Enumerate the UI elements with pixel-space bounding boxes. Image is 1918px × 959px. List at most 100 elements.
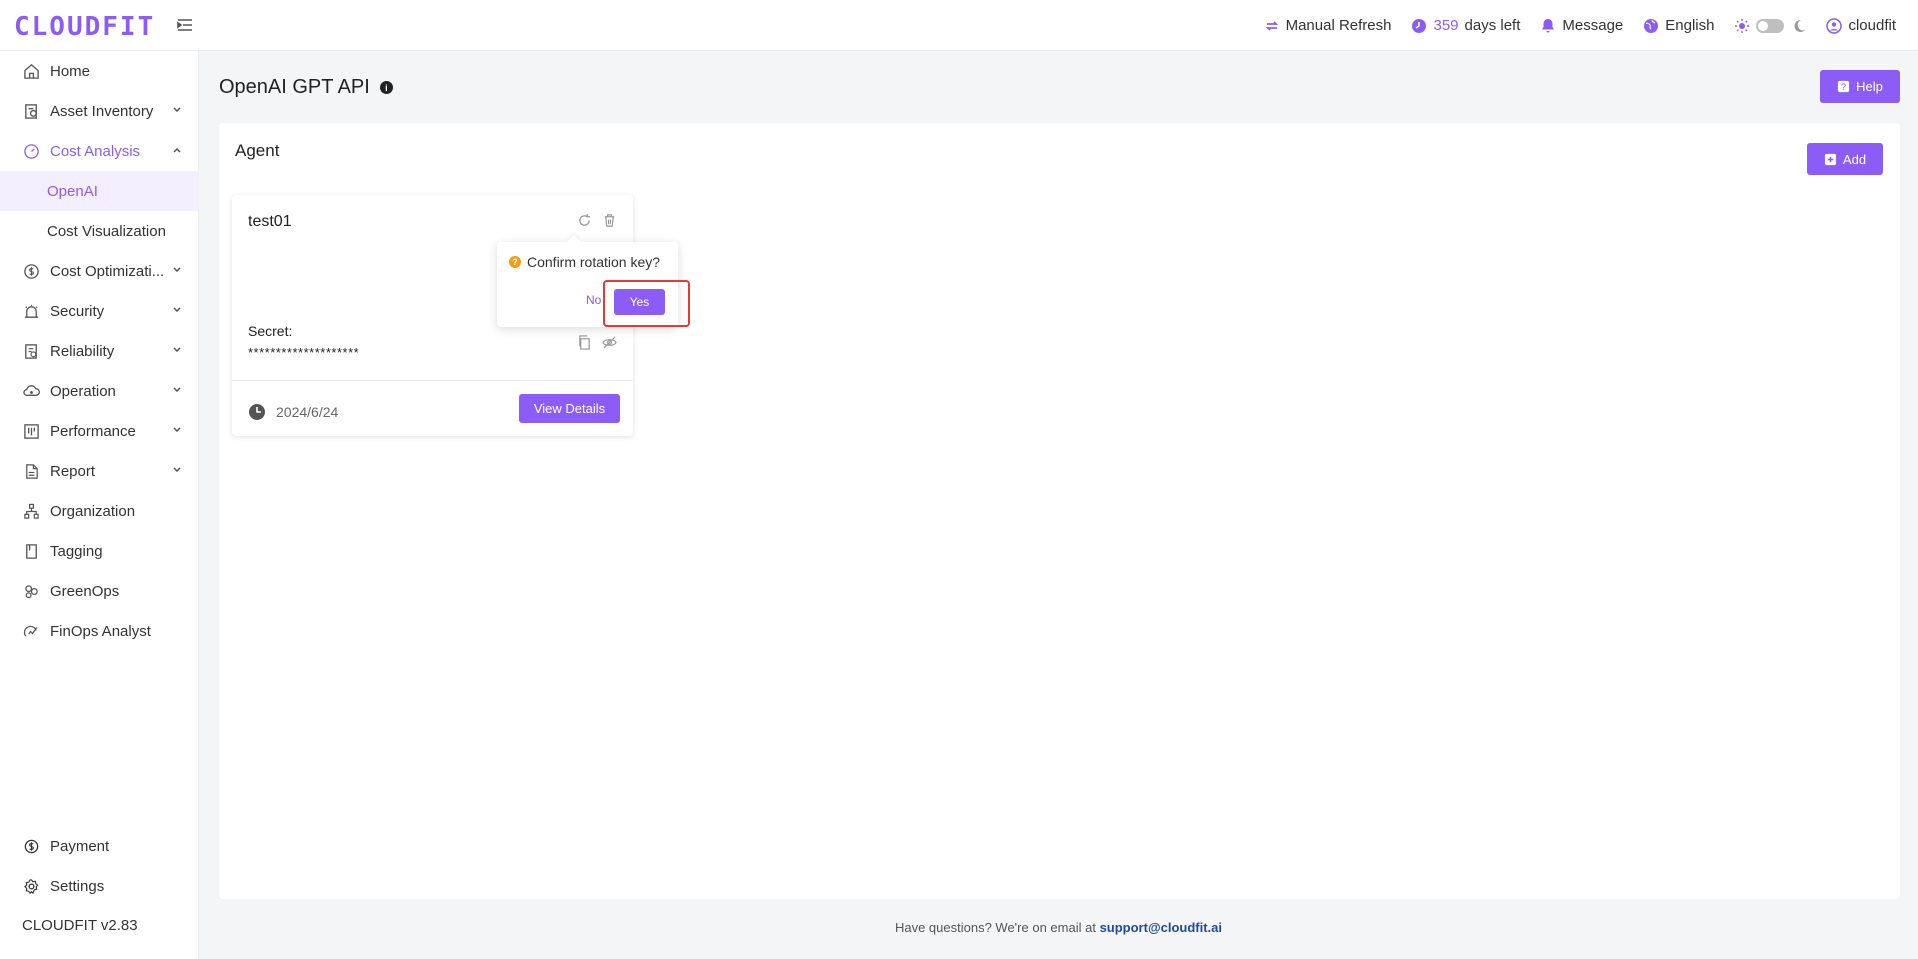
support-email-link[interactable]: support@cloudfit.ai	[1100, 920, 1222, 935]
eye-off-icon[interactable]	[602, 335, 617, 350]
copy-icon[interactable]	[577, 335, 592, 350]
org-icon	[22, 502, 40, 520]
secret-label: Secret:	[248, 323, 293, 339]
sidebar-item-performance[interactable]: Performance	[0, 411, 199, 451]
sidebar-item-label: Organization	[50, 502, 136, 520]
chevron-up-icon	[173, 147, 181, 153]
sun-icon	[1735, 18, 1750, 33]
sidebar-item-label: Cost Optimizati...	[50, 262, 165, 280]
manual-refresh-button[interactable]: Manual Refresh	[1264, 17, 1392, 34]
sidebar-item-home[interactable]: Home	[0, 51, 199, 91]
card-date-text: 2024/6/24	[276, 404, 339, 420]
sidebar-item-cost-optimization[interactable]: Cost Optimizati...	[0, 251, 199, 291]
sidebar-item-label: GreenOps	[50, 582, 120, 600]
panel-title: Agent	[235, 141, 280, 160]
agent-panel: Agent Add test01 Secret: ***************…	[219, 123, 1900, 899]
sidebar-item-security[interactable]: Security	[0, 291, 199, 331]
theme-toggle[interactable]	[1756, 18, 1785, 33]
help-icon: ?	[1838, 80, 1850, 92]
add-icon	[1824, 153, 1836, 165]
sidebar-item-label: Report	[50, 462, 96, 480]
card-date: 2024/6/24	[248, 403, 338, 421]
sidebar-item-reliability[interactable]: Reliability	[0, 331, 199, 371]
add-label: Add	[1842, 151, 1867, 167]
chevron-down-icon	[173, 347, 181, 353]
reliability-icon	[22, 342, 40, 360]
sidebar-item-label: Asset Inventory	[50, 102, 154, 120]
payment-icon	[22, 837, 40, 855]
sidebar-item-cost-analysis[interactable]: Cost Analysis	[0, 131, 199, 171]
sidebar: Home Asset Inventory Cost Analysis OpenA…	[0, 51, 199, 959]
user-menu[interactable]: cloudfit	[1826, 17, 1896, 34]
warning-icon: ?	[509, 256, 521, 268]
chevron-down-icon	[173, 107, 181, 113]
settings-label: Settings	[50, 877, 105, 895]
language-label: English	[1665, 17, 1715, 34]
chevron-down-icon	[173, 307, 181, 313]
sidebar-item-finops-analyst[interactable]: FinOps Analyst	[0, 611, 199, 651]
sidebar-item-report[interactable]: Report	[0, 451, 199, 491]
theme-switch[interactable]	[1734, 18, 1806, 34]
menu-collapse-icon[interactable]	[176, 16, 194, 34]
sidebar-item-tagging[interactable]: Tagging	[0, 531, 199, 571]
sidebar-item-label: Operation	[50, 382, 116, 400]
license-days: 359 days left	[1411, 17, 1520, 34]
refresh-icon	[1265, 20, 1278, 31]
sidebar-item-payment[interactable]: Payment	[0, 826, 199, 866]
cloud-icon	[22, 382, 40, 400]
rotate-key-icon[interactable]	[577, 213, 592, 228]
alarm-icon	[22, 302, 40, 320]
sidebar-item-label: Tagging	[50, 542, 103, 560]
gear-icon	[22, 877, 40, 895]
inventory-icon	[22, 102, 40, 120]
help-button[interactable]: ? Help	[1820, 70, 1900, 103]
sidebar-item-asset-inventory[interactable]: Asset Inventory	[0, 91, 199, 131]
dollar-icon	[22, 262, 40, 280]
agent-name: test01	[248, 213, 292, 230]
clock-icon	[249, 404, 265, 420]
sidebar-item-organization[interactable]: Organization	[0, 491, 199, 531]
sidebar-item-openai[interactable]: OpenAI	[0, 171, 199, 211]
user-name: cloudfit	[1848, 17, 1896, 34]
card-divider	[232, 380, 633, 381]
chevron-down-icon	[173, 267, 181, 273]
days-count: 359	[1433, 17, 1459, 34]
sidebar-item-label: FinOps Analyst	[50, 622, 151, 640]
info-icon[interactable]: i	[379, 81, 393, 94]
bell-icon	[1542, 18, 1555, 32]
page-title-text: OpenAI GPT API	[219, 76, 370, 98]
sidebar-item-settings[interactable]: Settings	[0, 866, 199, 906]
tag-icon	[22, 542, 40, 560]
report-icon	[22, 462, 40, 480]
delete-icon[interactable]	[602, 213, 617, 228]
rotation-confirm-popover: ? Confirm rotation key? No Yes	[497, 242, 678, 327]
add-button[interactable]: Add	[1807, 143, 1883, 175]
logo: CLOUDFIT	[14, 12, 156, 42]
chevron-down-icon	[173, 427, 181, 433]
sidebar-item-cost-visualization[interactable]: Cost Visualization	[0, 211, 199, 251]
dashboard-icon	[22, 142, 40, 160]
analyst-icon	[22, 622, 40, 640]
manual-refresh-label: Manual Refresh	[1285, 17, 1392, 34]
chevron-down-icon	[173, 387, 181, 393]
language-selector[interactable]: English	[1643, 17, 1714, 34]
sidebar-item-operation[interactable]: Operation	[0, 371, 199, 411]
message-button[interactable]: Message	[1540, 17, 1623, 34]
sidebar-item-label: OpenAI	[47, 182, 98, 200]
payment-label: Payment	[50, 837, 110, 855]
sidebar-item-label: Home	[50, 62, 91, 80]
confirm-message: Confirm rotation key?	[527, 254, 661, 270]
clock-icon	[1412, 18, 1427, 33]
footer: Have questions? We're on email at suppor…	[0, 920, 1918, 935]
help-label: Help	[1856, 79, 1883, 94]
sidebar-item-greenops[interactable]: GreenOps	[0, 571, 199, 611]
view-details-button[interactable]: View Details	[519, 394, 620, 423]
confirm-no-button[interactable]: No	[586, 293, 601, 307]
sidebar-item-label: Security	[50, 302, 105, 320]
user-icon	[1826, 17, 1843, 34]
leaf-icon	[22, 582, 40, 600]
confirm-yes-button[interactable]: Yes	[614, 289, 665, 315]
footer-text: Have questions? We're on email at	[894, 920, 1096, 935]
home-icon	[22, 62, 40, 80]
sidebar-item-label: Cost Analysis	[50, 142, 141, 160]
